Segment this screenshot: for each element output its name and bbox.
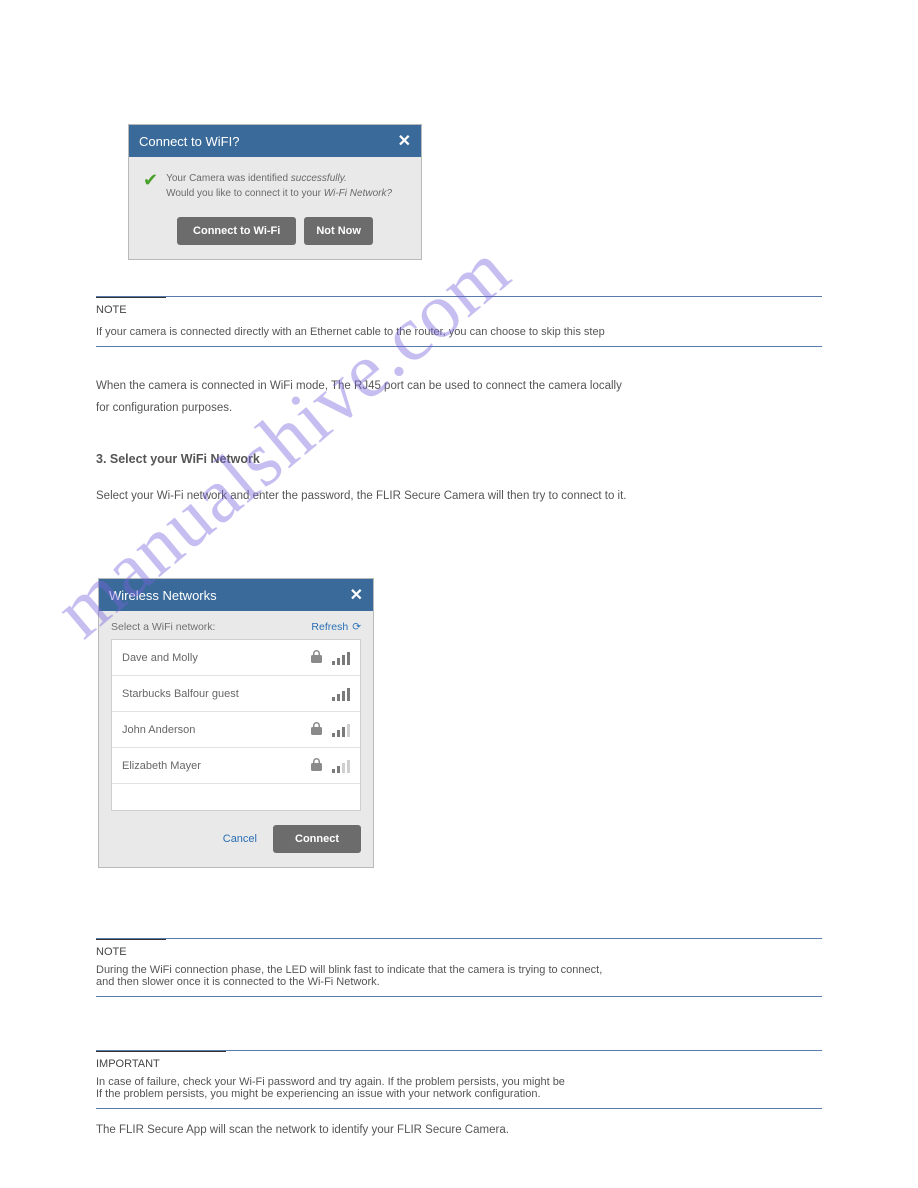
section-heading: 3. Select your WiFi Network: [96, 452, 260, 466]
check-icon: ✔: [143, 171, 158, 189]
dialog-message: Your Camera was identified successfully.…: [166, 171, 392, 201]
list-item[interactable]: John Anderson: [112, 712, 360, 748]
note-block-3: IMPORTANT In case of failure, check your…: [96, 1050, 822, 1109]
note-text: If your camera is connected directly wit…: [96, 320, 822, 338]
network-name: John Anderson: [122, 724, 195, 736]
connect-wifi-button[interactable]: Connect to Wi-Fi: [177, 217, 296, 245]
paragraph: for configuration purposes.: [96, 398, 822, 419]
connect-button[interactable]: Connect: [273, 825, 361, 853]
dialog-buttons: Connect to Wi-Fi Not Now: [129, 205, 421, 259]
cancel-link[interactable]: Cancel: [223, 833, 257, 845]
note-line: During the WiFi connection phase, the LE…: [96, 964, 602, 976]
divider: [96, 996, 822, 997]
paragraph: The FLIR Secure App will scan the networ…: [96, 1124, 822, 1136]
close-icon[interactable]: ✕: [350, 585, 363, 605]
network-name: Dave and Molly: [122, 652, 198, 664]
list-item[interactable]: Elizabeth Mayer: [112, 748, 360, 784]
signal-icon: [332, 651, 350, 665]
dialog-title: Connect to WiFI?: [139, 134, 239, 149]
msg-part-italic: successfully.: [291, 173, 347, 184]
dialog-header: Wireless Networks ✕: [99, 579, 373, 611]
divider: [96, 346, 822, 347]
not-now-button[interactable]: Not Now: [304, 217, 373, 245]
dialog-header: Connect to WiFI? ✕: [129, 125, 421, 157]
msg-part: Your Camera was identified: [166, 173, 291, 184]
select-label: Select a WiFi network:: [111, 621, 215, 633]
divider: [96, 296, 822, 297]
note-label: IMPORTANT: [96, 1052, 160, 1070]
refresh-icon: ⟳: [352, 621, 361, 633]
note-text: In case of failure, check your Wi-Fi pas…: [96, 1070, 822, 1100]
connect-wifi-dialog: Connect to WiFI? ✕ ✔ Your Camera was ide…: [128, 124, 422, 260]
lock-icon: [311, 758, 322, 774]
dialog-buttons: Cancel Connect: [99, 811, 373, 867]
paragraph: When the camera is connected in WiFi mod…: [96, 376, 822, 397]
list-item[interactable]: Starbucks Balfour guest: [112, 676, 360, 712]
note-line: In case of failure, check your Wi-Fi pas…: [96, 1076, 565, 1088]
list-item[interactable]: Dave and Molly: [112, 640, 360, 676]
note-text: During the WiFi connection phase, the LE…: [96, 958, 822, 988]
signal-icon: [332, 687, 350, 701]
dialog-subheader: Select a WiFi network: Refresh ⟳: [111, 621, 361, 633]
dialog-body: ✔ Your Camera was identified successfull…: [129, 157, 421, 205]
network-name: Elizabeth Mayer: [122, 760, 201, 772]
divider: [96, 1108, 822, 1109]
note-label: NOTE: [96, 940, 127, 958]
dialog-body: Select a WiFi network: Refresh ⟳ Dave an…: [99, 611, 373, 811]
lock-icon: [311, 722, 322, 738]
network-list: Dave and Molly Starbucks Balfour guest J…: [111, 639, 361, 811]
note-block-2: NOTE During the WiFi connection phase, t…: [96, 938, 822, 997]
lock-icon: [311, 650, 322, 666]
network-name: Starbucks Balfour guest: [122, 688, 239, 700]
refresh-text: Refresh: [311, 621, 348, 633]
divider: [96, 938, 822, 939]
signal-icon: [332, 759, 350, 773]
note-line: If the problem persists, you might be ex…: [96, 1088, 541, 1100]
close-icon[interactable]: ✕: [398, 131, 411, 151]
signal-icon: [332, 723, 350, 737]
dialog-title: Wireless Networks: [109, 588, 217, 603]
msg-part: Would you like to connect it to your: [166, 188, 324, 199]
note-label: NOTE: [96, 298, 127, 316]
wireless-networks-dialog: Wireless Networks ✕ Select a WiFi networ…: [98, 578, 374, 868]
note-line: and then slower once it is connected to …: [96, 976, 380, 988]
paragraph: Select your Wi-Fi network and enter the …: [96, 486, 822, 507]
msg-part-italic: Wi-Fi Network?: [324, 188, 392, 199]
refresh-link[interactable]: Refresh ⟳: [311, 621, 361, 633]
note-block-1: NOTE If your camera is connected directl…: [96, 296, 822, 347]
